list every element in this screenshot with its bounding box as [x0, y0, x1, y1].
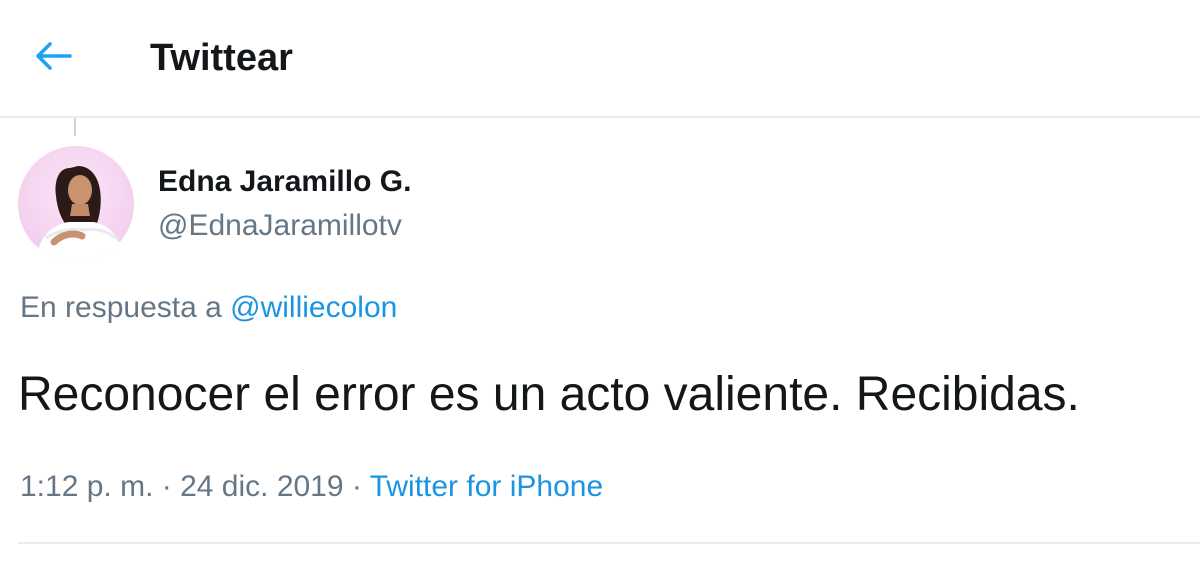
- arrow-left-icon: [36, 42, 72, 70]
- author-display-name[interactable]: Edna Jaramillo G.: [158, 164, 411, 200]
- divider: [18, 542, 1200, 544]
- tweet-text: Reconocer el error es un acto valiente. …: [18, 368, 1080, 421]
- thread-connector-line: [74, 118, 76, 136]
- reply-to-mention-link[interactable]: @williecolon: [230, 291, 397, 324]
- tweet-source-link[interactable]: Twitter for iPhone: [370, 470, 603, 503]
- top-bar: Twittear: [0, 0, 1200, 118]
- meta-separator: ·: [351, 470, 362, 503]
- tweet-metadata: 1:12 p. m. · 24 dic. 2019 · Twitter for …: [20, 468, 603, 506]
- tweet-time-link[interactable]: 1:12 p. m.: [20, 470, 153, 503]
- avatar[interactable]: [18, 146, 134, 262]
- back-button[interactable]: [28, 34, 80, 78]
- author-handle[interactable]: @EdnaJaramillotv: [158, 208, 402, 244]
- reply-prefix-label: En respuesta a: [20, 291, 222, 324]
- user-avatar-image: [18, 146, 134, 262]
- meta-separator: ·: [161, 470, 172, 503]
- tweet-date-link[interactable]: 24 dic. 2019: [180, 470, 343, 503]
- reply-context: En respuesta a @williecolon: [20, 290, 397, 326]
- page-title: Twittear: [150, 37, 293, 79]
